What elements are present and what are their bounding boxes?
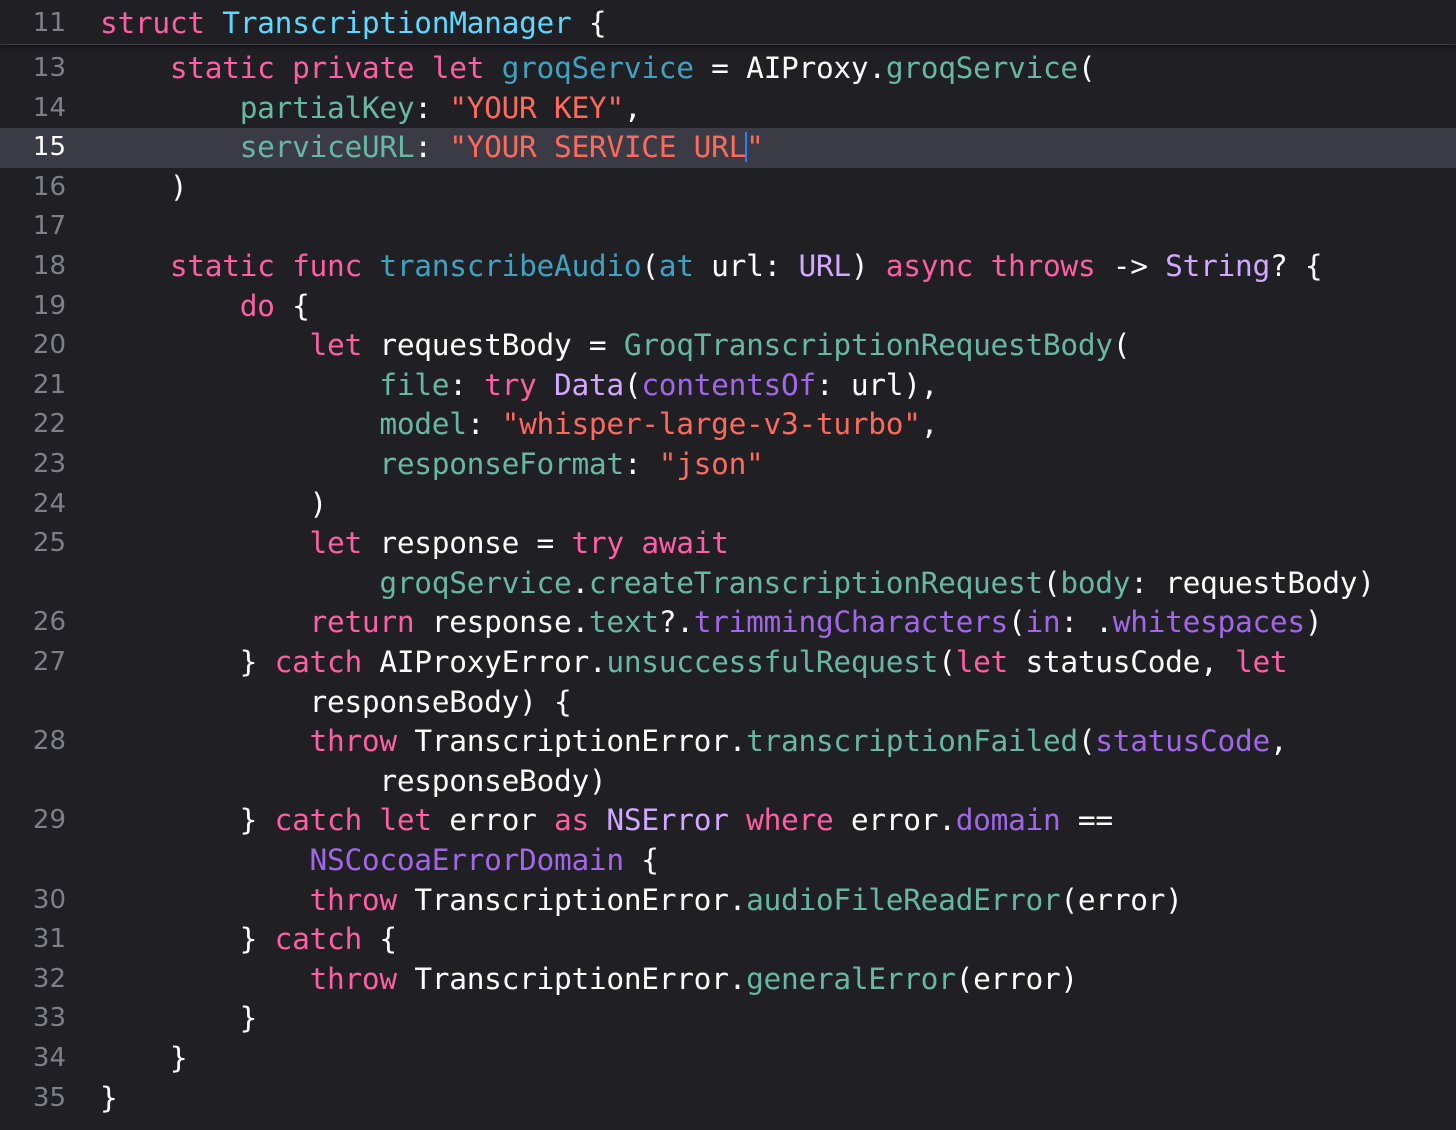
code-text: responseFormat: "json": [379, 447, 764, 481]
code-text: partialKey: "YOUR KEY",: [239, 90, 642, 125]
code-text: responseBody) {: [309, 684, 572, 719]
line-number: 20: [32, 330, 66, 361]
code-line-14[interactable]: 14 partialKey: "YOUR KEY",: [0, 89, 1456, 129]
code-line-32[interactable]: 32 throw TranscriptionError.generalError…: [0, 960, 1456, 1000]
line-number: 27: [32, 647, 66, 677]
code-text: ): [100, 486, 328, 521]
code-text: NSCocoaErrorDomain {: [309, 843, 660, 877]
line-number: 26: [32, 607, 66, 638]
line-number: 11: [32, 8, 66, 38]
code-line-31[interactable]: 31 } catch {: [0, 920, 1456, 960]
line-number: 19: [32, 290, 66, 321]
code-text: do {: [239, 288, 310, 323]
code-line-28-wrap[interactable]: responseBody): [0, 762, 1456, 802]
code-line-27[interactable]: 27 } catch AIProxyError.unsuccessfulRequ…: [0, 643, 1456, 683]
code-text: return response.text?.trimmingCharacters…: [309, 605, 1323, 640]
code-text: } catch {: [100, 922, 397, 957]
code-text: groqService.createTranscriptionRequest(b…: [379, 565, 1375, 600]
code-line-30[interactable]: 30 throw TranscriptionError.audioFileRea…: [0, 881, 1456, 921]
line-number: 21: [32, 369, 66, 400]
code-line-24[interactable]: 24 ): [0, 485, 1456, 525]
line-number: 22: [32, 409, 66, 440]
code-text: struct TranscriptionManager {: [100, 6, 607, 40]
line-number: 31: [32, 924, 66, 955]
code-line-16[interactable]: 16 ): [0, 168, 1456, 208]
line-number: 15: [32, 132, 66, 163]
line-number: 24: [32, 488, 66, 519]
code-text: ): [100, 169, 188, 204]
code-text: } catch AIProxyError.unsuccessfulRequest…: [100, 645, 1288, 679]
code-text: let response = try await: [309, 526, 729, 561]
code-text: }: [100, 1080, 118, 1115]
code-line-29[interactable]: 29 } catch let error as NSError where er…: [0, 801, 1456, 841]
line-number: 18: [32, 251, 66, 281]
line-number: 34: [32, 1043, 66, 1073]
code-text: model: "whisper-large-v3-turbo",: [379, 407, 939, 442]
code-line-34[interactable]: 34 }: [0, 1039, 1456, 1079]
code-text: static func transcribeAudio(at url: URL)…: [169, 249, 1323, 283]
code-line-11[interactable]: 11 struct TranscriptionManager {: [0, 4, 1456, 44]
code-text: responseBody): [379, 763, 607, 798]
code-text: throw TranscriptionError.audioFileReadEr…: [309, 882, 1183, 917]
code-line-29-wrap[interactable]: NSCocoaErrorDomain {: [0, 841, 1456, 881]
line-number: 16: [32, 171, 66, 202]
code-line-19[interactable]: 19 do {: [0, 287, 1456, 327]
line-number: 35: [32, 1082, 66, 1113]
line-number: 17: [32, 211, 66, 242]
code-line-22[interactable]: 22 model: "whisper-large-v3-turbo",: [0, 405, 1456, 445]
code-line-17[interactable]: 17: [0, 207, 1456, 247]
code-line-25[interactable]: 25 let response = try await: [0, 524, 1456, 564]
code-text: } catch let error as NSError where error…: [100, 803, 1113, 838]
line-number: 28: [32, 726, 66, 757]
code-line-20[interactable]: 20 let requestBody = GroqTranscriptionRe…: [0, 326, 1456, 366]
code-line-27-wrap[interactable]: responseBody) {: [0, 683, 1456, 723]
sticky-scope-header[interactable]: 11 struct TranscriptionManager {: [0, 0, 1456, 45]
code-line-35[interactable]: 35 }: [0, 1079, 1456, 1119]
code-line-15-current[interactable]: 15 serviceURL: "YOUR SERVICE URL": [0, 128, 1456, 168]
code-line-23[interactable]: 23 responseFormat: "json": [0, 445, 1456, 485]
line-number: 30: [32, 884, 66, 915]
code-text: serviceURL: "YOUR SERVICE URL": [239, 130, 764, 165]
code-text: file: try Data(contentsOf: url),: [379, 367, 939, 402]
code-text: throw TranscriptionError.transcriptionFa…: [309, 724, 1288, 759]
code-line-13[interactable]: 13 static private let groqService = AIPr…: [0, 49, 1456, 89]
code-line-25-wrap[interactable]: groqService.createTranscriptionRequest(b…: [0, 564, 1456, 604]
code-line-21[interactable]: 21 file: try Data(contentsOf: url),: [0, 366, 1456, 406]
code-text: throw TranscriptionError.generalError(er…: [309, 961, 1079, 996]
code-line-18[interactable]: 18 static func transcribeAudio(at url: U…: [0, 247, 1456, 287]
code-text: }: [100, 1041, 188, 1075]
line-number: 29: [32, 805, 66, 836]
line-number: 25: [32, 528, 66, 559]
code-line-26[interactable]: 26 return response.text?.trimmingCharact…: [0, 603, 1456, 643]
code-text: let requestBody = GroqTranscriptionReque…: [309, 328, 1131, 363]
line-number: 23: [32, 449, 66, 479]
code-line-28[interactable]: 28 throw TranscriptionError.transcriptio…: [0, 722, 1456, 762]
line-number: 32: [32, 963, 66, 994]
line-number: 14: [32, 92, 66, 123]
code-line-33[interactable]: 33 }: [0, 999, 1456, 1039]
code-editor[interactable]: 11 struct TranscriptionManager { 13 stat…: [0, 0, 1456, 1130]
line-number: 13: [32, 53, 66, 83]
line-number: 33: [32, 1003, 66, 1034]
code-text: }: [100, 1001, 258, 1036]
code-text: static private let groqService = AIProxy…: [169, 51, 1096, 85]
